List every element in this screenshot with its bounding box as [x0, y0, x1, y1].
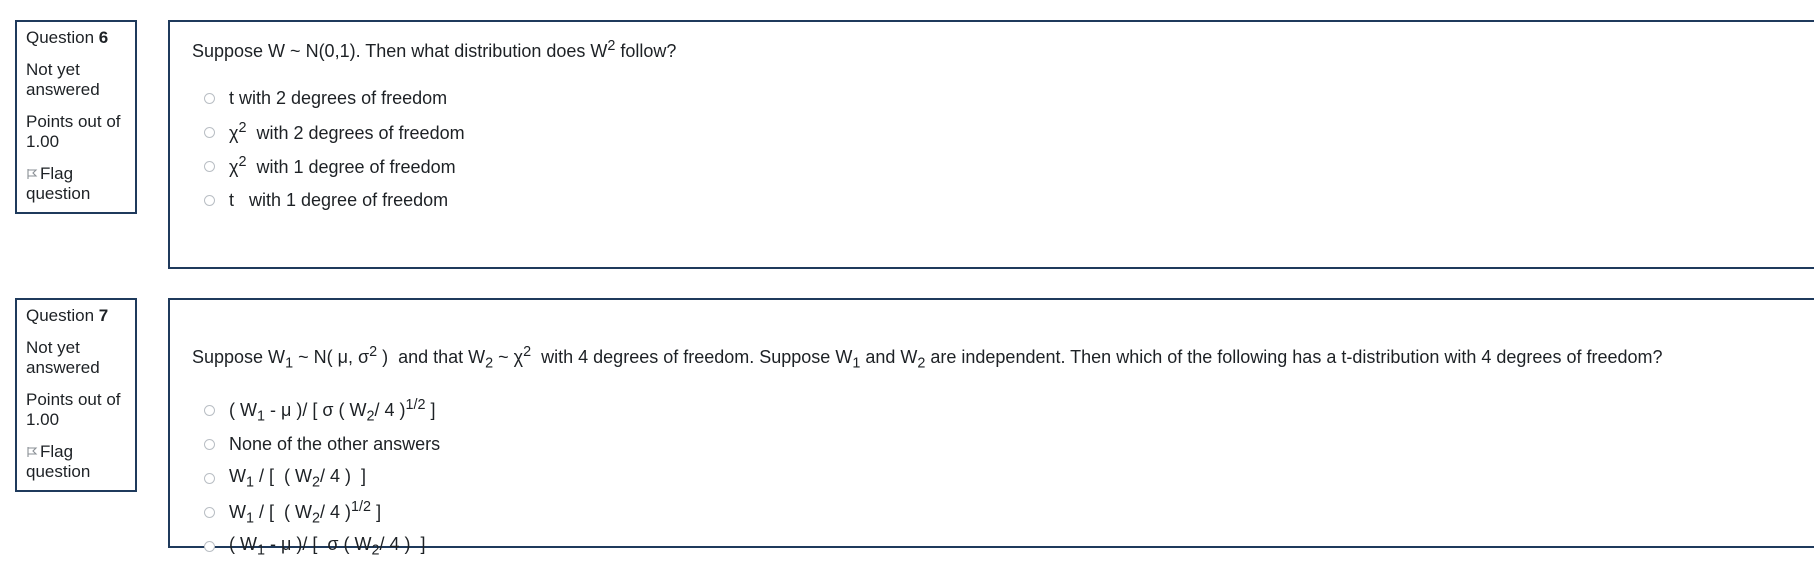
answer-label[interactable]: χ2 with 1 degree of freedom [229, 154, 456, 178]
answer-option[interactable]: ( W1 - μ )/ [ σ ( W2/ 4 ) ] [192, 530, 1800, 564]
answer-options: t with 2 degrees of freedom χ2 with 2 de… [192, 81, 1800, 217]
radio-button[interactable] [204, 405, 215, 417]
answer-label[interactable]: W1 / [ ( W2/ 4 )1/2 ] [229, 499, 381, 527]
answer-option[interactable]: t with 1 degree of freedom [192, 183, 1800, 217]
answer-label[interactable]: χ2 with 2 degrees of freedom [229, 120, 465, 144]
answer-option[interactable]: None of the other answers [192, 428, 1800, 462]
flag-icon [26, 443, 38, 457]
answer-option[interactable]: χ2 with 1 degree of freedom [192, 149, 1800, 183]
answer-label[interactable]: t with 1 degree of freedom [229, 190, 448, 211]
answer-option[interactable]: t with 2 degrees of freedom [192, 81, 1800, 115]
question-text: Suppose W1 ~ N( μ, σ2 ) and that W2 ~ χ2… [192, 344, 1663, 372]
flag-question-link[interactable]: Flag question [26, 442, 126, 482]
radio-button[interactable] [204, 541, 215, 553]
radio-button[interactable] [204, 473, 215, 485]
question-6-content: Suppose W ~ N(0,1). Then what distributi… [168, 20, 1814, 269]
question-7-info: Question 7 Not yet answered Points out o… [15, 298, 137, 492]
question-state: Not yet answered [26, 60, 100, 99]
answer-label[interactable]: ( W1 - μ )/ [ σ ( W2/ 4 )1/2 ] [229, 397, 436, 425]
question-grade: Points out of 1.00 [26, 112, 121, 151]
answer-option[interactable]: ( W1 - μ )/ [ σ ( W2/ 4 )1/2 ] [192, 394, 1800, 428]
flag-question-link[interactable]: Flag question [26, 164, 126, 204]
answer-options: ( W1 - μ )/ [ σ ( W2/ 4 )1/2 ] None of t… [192, 394, 1800, 564]
question-grade: Points out of 1.00 [26, 390, 121, 429]
answer-label[interactable]: t with 2 degrees of freedom [229, 88, 447, 109]
radio-button[interactable] [204, 92, 215, 104]
answer-label[interactable]: ( W1 - μ )/ [ σ ( W2/ 4 ) ] [229, 534, 426, 559]
answer-option[interactable]: W1 / [ ( W2/ 4 ) ] [192, 462, 1800, 496]
radio-button[interactable] [204, 160, 215, 172]
question-6-info: Question 6 Not yet answered Points out o… [15, 20, 137, 214]
question-text: Suppose W ~ N(0,1). Then what distributi… [192, 38, 677, 61]
question-7-content: Suppose W1 ~ N( μ, σ2 ) and that W2 ~ χ2… [168, 298, 1814, 559]
radio-button[interactable] [204, 439, 215, 451]
question-number: Question 6 [26, 28, 109, 47]
flag-icon [26, 165, 38, 179]
answer-label[interactable]: None of the other answers [229, 434, 440, 455]
radio-button[interactable] [204, 507, 215, 519]
answer-option[interactable]: χ2 with 2 degrees of freedom [192, 115, 1800, 149]
answer-option[interactable]: W1 / [ ( W2/ 4 )1/2 ] [192, 496, 1800, 530]
question-number: Question 7 [26, 306, 109, 325]
question-state: Not yet answered [26, 338, 100, 377]
radio-button[interactable] [204, 126, 215, 138]
answer-label[interactable]: W1 / [ ( W2/ 4 ) ] [229, 466, 366, 491]
radio-button[interactable] [204, 194, 215, 206]
